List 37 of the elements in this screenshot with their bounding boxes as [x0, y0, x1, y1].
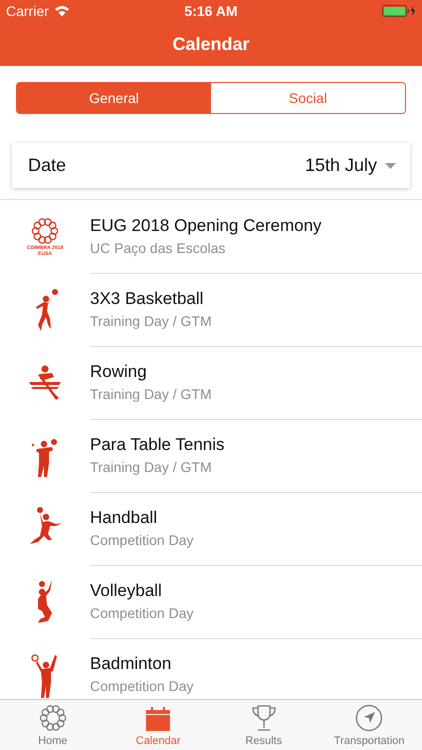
event-row[interactable]: 3X3 Basketball Training Day / GTM [0, 273, 422, 346]
tab-bar-item[interactable]: Results [211, 700, 316, 750]
calendar-icon [145, 706, 172, 732]
event-venue: Training Day / GTM [90, 313, 212, 329]
tab-bar-item[interactable]: Home [0, 700, 106, 750]
navigation-icon [355, 704, 384, 732]
carrier-label: Carrier [6, 3, 49, 19]
event-title: Volleyball [90, 581, 162, 601]
flower-icon [38, 704, 67, 732]
screen-title: Calendar [172, 34, 250, 54]
dropdown-caret-icon [385, 162, 396, 168]
event-title: 3X3 Basketball [90, 289, 204, 309]
event-row[interactable]: Handball Competition Day [0, 492, 422, 565]
segment-tab[interactable]: General [17, 83, 211, 113]
status-time: 5:16 AM [184, 3, 238, 19]
event-venue: Competition Day [90, 605, 194, 621]
date-selector[interactable]: Date 15th July [12, 143, 410, 188]
event-row[interactable]: Rowing Training Day / GTM [0, 346, 422, 419]
event-venue: UC Paço das Escolas [90, 240, 226, 256]
event-row[interactable]: Volleyball Competition Day [0, 565, 422, 638]
event-venue: Training Day / GTM [90, 386, 212, 402]
event-venue: Competition Day [90, 532, 194, 548]
date-value: 15th July [304, 155, 377, 176]
games-logo-icon [31, 216, 59, 244]
event-title: Para Table Tennis [90, 435, 225, 455]
event-row[interactable]: Para Table Tennis Training Day / GTM [0, 419, 422, 492]
event-title: Rowing [90, 362, 147, 382]
trophy-icon [250, 704, 277, 732]
battery-icon [382, 5, 416, 17]
date-label: Date [28, 155, 66, 176]
event-title: EUG 2018 Opening Ceremony [90, 216, 322, 236]
event-title: Handball [90, 508, 158, 528]
event-venue: Competition Day [90, 678, 194, 694]
tab-bar-item[interactable]: Transportation [316, 700, 422, 750]
wifi-icon [54, 5, 70, 17]
event-title: Badminton [90, 654, 172, 674]
event-venue: Training Day / GTM [90, 459, 212, 475]
